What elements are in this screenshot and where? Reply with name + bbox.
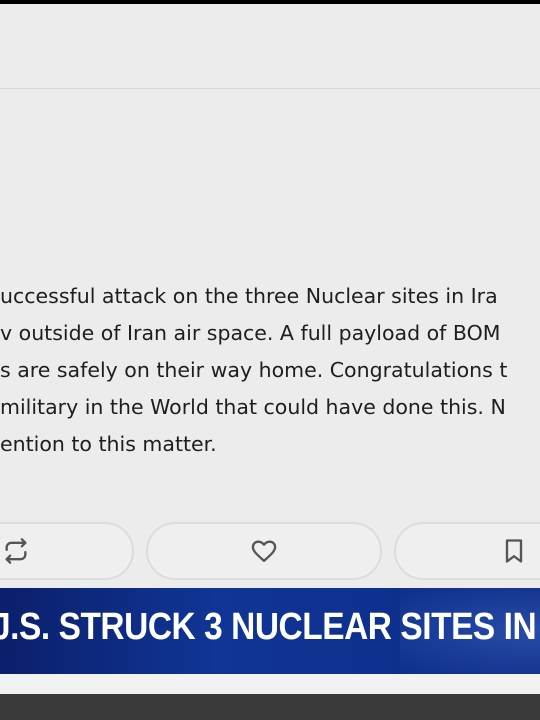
bottom-bar — [0, 694, 540, 720]
top-edge — [0, 0, 540, 4]
like-button[interactable] — [146, 522, 382, 580]
repost-button[interactable] — [0, 522, 134, 580]
news-banner: J.S. STRUCK 3 NUCLEAR SITES IN — [0, 588, 540, 674]
bookmark-button[interactable] — [394, 522, 540, 580]
post-line: military in the World that could have do… — [0, 395, 506, 419]
banner-headline: J.S. STRUCK 3 NUCLEAR SITES IN — [0, 606, 537, 648]
post-actions — [0, 522, 540, 582]
post-screen: uccessful attack on the three Nuclear si… — [0, 0, 540, 720]
repost-icon — [5, 538, 27, 564]
post-line: s are safely on their way home. Congratu… — [0, 358, 508, 382]
header-divider — [0, 88, 540, 89]
post-line: v outside of Iran air space. A full payl… — [0, 321, 501, 345]
bottom-strip — [0, 674, 540, 694]
post-line: uccessful attack on the three Nuclear si… — [0, 284, 498, 308]
heart-icon — [251, 540, 277, 563]
bookmark-icon — [505, 539, 523, 563]
post-body: uccessful attack on the three Nuclear si… — [0, 278, 540, 463]
post-line: ention to this matter. — [0, 432, 217, 456]
